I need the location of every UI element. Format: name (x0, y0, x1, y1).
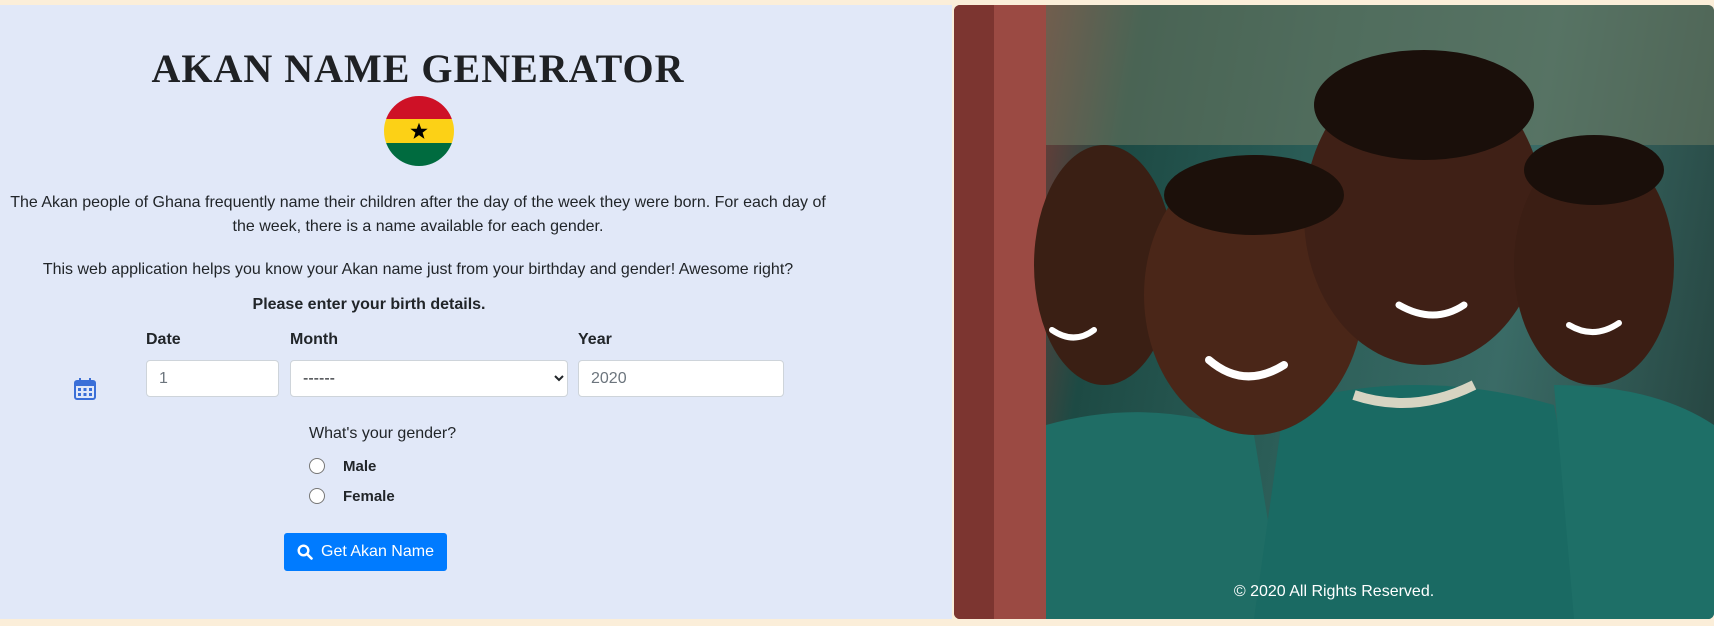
children-photo-illustration (954, 5, 1714, 619)
male-label[interactable]: Male (343, 458, 376, 475)
date-input[interactable] (146, 360, 279, 397)
submit-label: Get Akan Name (321, 543, 434, 560)
form-panel: AKAN NAME GENERATOR The Akan people of G… (0, 5, 952, 619)
intro-paragraph: The Akan people of Ghana frequently name… (10, 194, 826, 235)
search-icon (297, 544, 313, 560)
star-icon (410, 122, 428, 139)
intro-tagline: This web application helps you know your… (42, 261, 794, 278)
get-akan-name-button[interactable]: Get Akan Name (284, 533, 447, 571)
gender-question: What's your gender? (309, 425, 457, 442)
year-label: Year (578, 331, 612, 348)
female-label[interactable]: Female (343, 488, 395, 505)
year-input[interactable] (578, 360, 784, 397)
hero-photo: © 2020 All Rights Reserved. (954, 5, 1714, 619)
form-prompt: Please enter your birth details. (252, 296, 486, 313)
male-radio[interactable] (309, 458, 325, 474)
copyright-text: © 2020 All Rights Reserved. (1233, 583, 1435, 600)
date-label: Date (146, 331, 181, 348)
month-label: Month (290, 331, 338, 348)
page: AKAN NAME GENERATOR The Akan people of G… (0, 5, 1714, 619)
gender-option-male: Male (309, 455, 376, 477)
month-select[interactable]: ------ (290, 360, 568, 397)
gender-option-female: Female (309, 485, 395, 507)
calendar-icon (74, 378, 96, 400)
page-title: AKAN NAME GENERATOR (151, 46, 685, 91)
female-radio[interactable] (309, 488, 325, 504)
ghana-flag (384, 96, 454, 166)
